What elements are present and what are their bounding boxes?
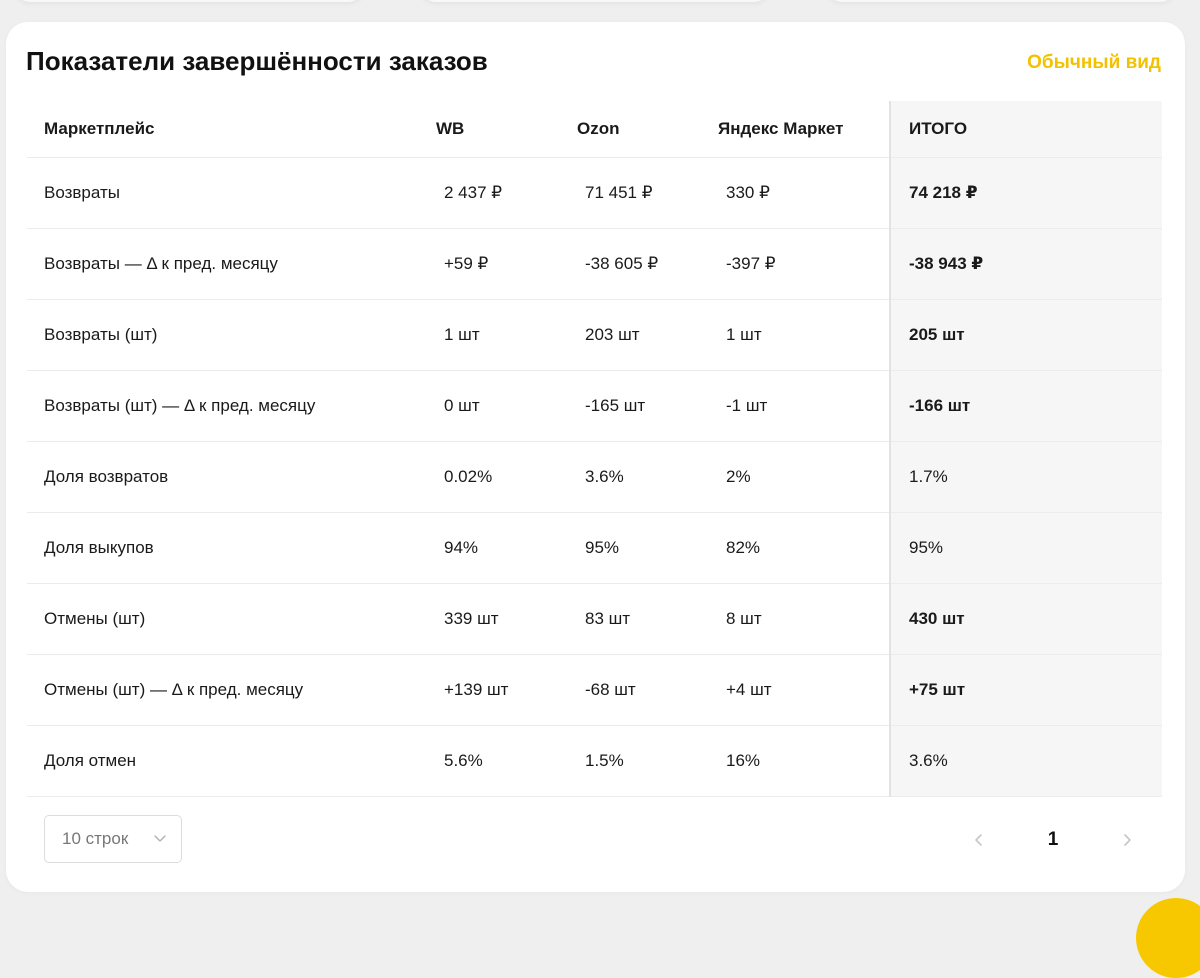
table-row: Возвраты — Δ к пред. месяцу +59 ₽ -38 60… bbox=[27, 228, 1162, 300]
cell-wb: 339 шт bbox=[436, 583, 577, 655]
floating-action-button[interactable] bbox=[1136, 898, 1200, 978]
card-title: Показатели завершённости заказов bbox=[26, 46, 488, 76]
rows-per-page-select[interactable]: 10 строк bbox=[44, 815, 182, 863]
cell-ozon: -38 605 ₽ bbox=[577, 228, 718, 300]
cell-yandex-market: -1 шт bbox=[718, 370, 890, 442]
row-label: Доля возвратов bbox=[27, 441, 436, 513]
cell-ozon: 95% bbox=[577, 512, 718, 584]
cell-total: +75 шт bbox=[889, 654, 1162, 726]
cell-ozon: 71 451 ₽ bbox=[577, 157, 718, 229]
cell-yandex-market: 1 шт bbox=[718, 299, 890, 371]
column-header-yandex-market: Яндекс Маркет bbox=[718, 101, 890, 158]
cell-yandex-market: -397 ₽ bbox=[718, 228, 890, 300]
cell-wb: 0.02% bbox=[436, 441, 577, 513]
row-label: Отмены (шт) bbox=[27, 583, 436, 655]
previous-card-edge bbox=[826, 0, 1176, 2]
prev-page-button[interactable] bbox=[961, 822, 997, 858]
cell-wb: 0 шт bbox=[436, 370, 577, 442]
metrics-table: Маркетплейс WB Ozon Яндекс Маркет ИТОГО … bbox=[27, 101, 1162, 797]
cell-wb: +139 шт bbox=[436, 654, 577, 726]
cell-yandex-market: +4 шт bbox=[718, 654, 890, 726]
cell-ozon: 83 шт bbox=[577, 583, 718, 655]
cell-total: 95% bbox=[889, 512, 1162, 584]
row-label: Возвраты (шт) bbox=[27, 299, 436, 371]
table-row: Отмены (шт) — Δ к пред. месяцу +139 шт -… bbox=[27, 654, 1162, 726]
table-header-row: Маркетплейс WB Ozon Яндекс Маркет ИТОГО bbox=[27, 101, 1162, 158]
cell-ozon: -165 шт bbox=[577, 370, 718, 442]
table-row: Доля возвратов 0.02% 3.6% 2% 1.7% bbox=[27, 441, 1162, 513]
row-label: Возвраты bbox=[27, 157, 436, 229]
column-header-ozon: Ozon bbox=[577, 101, 718, 158]
chevron-left-icon bbox=[975, 834, 982, 846]
rows-per-page-value: 10 строк bbox=[62, 829, 129, 848]
column-header-wb: WB bbox=[436, 101, 577, 158]
cell-yandex-market: 82% bbox=[718, 512, 890, 584]
table-row: Возвраты (шт) 1 шт 203 шт 1 шт 205 шт bbox=[27, 299, 1162, 371]
order-completion-card: Показатели завершённости заказов Обычный… bbox=[6, 22, 1185, 892]
row-label: Доля выкупов bbox=[27, 512, 436, 584]
cell-wb: 2 437 ₽ bbox=[436, 157, 577, 229]
chevron-right-icon bbox=[1124, 834, 1131, 846]
column-header-total: ИТОГО bbox=[889, 101, 1162, 158]
pagination: 1 bbox=[961, 822, 1145, 858]
cell-total: -38 943 ₽ bbox=[889, 228, 1162, 300]
table-row: Доля выкупов 94% 95% 82% 95% bbox=[27, 512, 1162, 584]
row-label: Отмены (шт) — Δ к пред. месяцу bbox=[27, 654, 436, 726]
cell-yandex-market: 8 шт bbox=[718, 583, 890, 655]
cell-total: 430 шт bbox=[889, 583, 1162, 655]
cell-total: 205 шт bbox=[889, 299, 1162, 371]
cell-ozon: -68 шт bbox=[577, 654, 718, 726]
table-row: Доля отмен 5.6% 1.5% 16% 3.6% bbox=[27, 725, 1162, 797]
table-row: Возвраты 2 437 ₽ 71 451 ₽ 330 ₽ 74 218 ₽ bbox=[27, 157, 1162, 229]
cell-wb: 94% bbox=[436, 512, 577, 584]
cell-wb: 5.6% bbox=[436, 725, 577, 797]
cell-total: 1.7% bbox=[889, 441, 1162, 513]
row-label: Доля отмен bbox=[27, 725, 436, 797]
chevron-down-icon bbox=[154, 835, 166, 842]
table-row: Отмены (шт) 339 шт 83 шт 8 шт 430 шт bbox=[27, 583, 1162, 655]
cell-total: 74 218 ₽ bbox=[889, 157, 1162, 229]
cell-ozon: 203 шт bbox=[577, 299, 718, 371]
cell-wb: 1 шт bbox=[436, 299, 577, 371]
row-label: Возвраты (шт) — Δ к пред. месяцу bbox=[27, 370, 436, 442]
cell-ozon: 1.5% bbox=[577, 725, 718, 797]
cell-wb: +59 ₽ bbox=[436, 228, 577, 300]
cell-yandex-market: 2% bbox=[718, 441, 890, 513]
cell-yandex-market: 16% bbox=[718, 725, 890, 797]
normal-view-toggle[interactable]: Обычный вид bbox=[1027, 52, 1161, 74]
previous-card-edge bbox=[14, 0, 364, 2]
cell-total: 3.6% bbox=[889, 725, 1162, 797]
cell-yandex-market: 330 ₽ bbox=[718, 157, 890, 229]
cell-ozon: 3.6% bbox=[577, 441, 718, 513]
page-number-current[interactable]: 1 bbox=[1035, 829, 1071, 851]
table-row: Возвраты (шт) — Δ к пред. месяцу 0 шт -1… bbox=[27, 370, 1162, 442]
column-header-marketplace: Маркетплейс bbox=[27, 101, 436, 158]
next-page-button[interactable] bbox=[1109, 822, 1145, 858]
previous-card-edge bbox=[420, 0, 770, 2]
cell-total: -166 шт bbox=[889, 370, 1162, 442]
row-label: Возвраты — Δ к пред. месяцу bbox=[27, 228, 436, 300]
